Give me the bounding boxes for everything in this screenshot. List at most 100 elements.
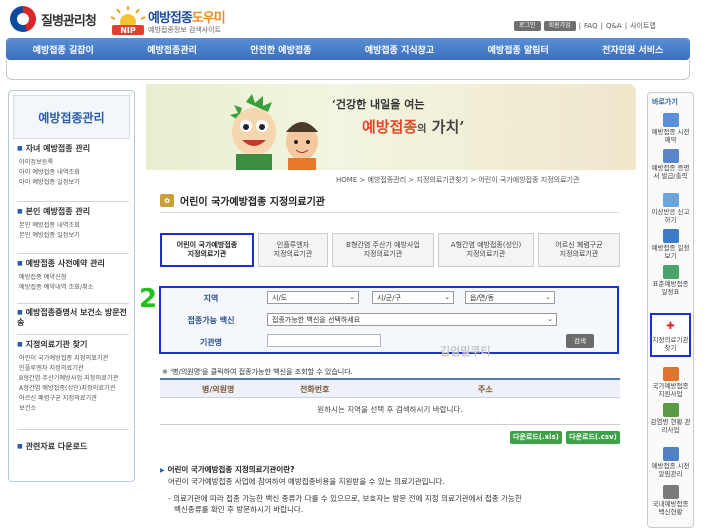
tab-influenza[interactable]: 인플루엔자 지정의료기관	[258, 233, 328, 267]
org-name-input[interactable]	[267, 334, 381, 347]
tab-hepatitis-b[interactable]: B형간염 주산기 예방사업 지정의료기관	[332, 233, 434, 267]
kdca-emblem-icon	[10, 6, 36, 32]
sidebar-item[interactable]: B형간염 주산기예방사업 지정의료기관	[19, 374, 118, 384]
vaccine-icon	[662, 485, 679, 499]
nip-text: NIP	[120, 26, 136, 35]
sidebar-item[interactable]: 본인 예방접종 내역조회	[19, 221, 80, 231]
breadcrumb: HOME > 예방접종관리 > 지정의료기관찾기 > 어린이 국가예방접종 지정…	[336, 176, 580, 184]
document-icon	[662, 149, 679, 163]
download-xls-button[interactable]: 다운로드(.xls)	[510, 431, 562, 444]
title-divider	[160, 212, 620, 213]
login-button[interactable]: 로그인	[514, 21, 541, 31]
tab-child-clinic[interactable]: 어린이 국가예방접종 지정의료기관	[160, 233, 254, 267]
gnb-item-notice[interactable]: 예방접종 알림터	[488, 43, 549, 56]
sidebar-divider	[17, 253, 129, 254]
gnb-item-civil-service[interactable]: 전자민원 서비스	[602, 43, 663, 56]
sido-select[interactable]: 시/도 ⌄	[267, 291, 359, 304]
quick-item-find-clinic[interactable]: ✚ 지정의료기관 찾기	[650, 313, 691, 357]
gnb-item-management[interactable]: 예방접종관리	[147, 43, 197, 56]
tab-pneumococcal[interactable]: 어르신 폐렴구균 지정의료기관	[538, 233, 620, 267]
sidebar: 예방접종관리 자녀 예방접종 관리 아이정보등록 아이 예방접종 내역조회 아이…	[8, 90, 135, 482]
search-button[interactable]: 검색	[566, 334, 594, 348]
sidebar-item[interactable]: A형간염 예방접종(성인)지정의료기관	[19, 384, 115, 394]
sidebar-section-downloads[interactable]: 관련자료 다운로드	[17, 441, 88, 452]
info-answer: 어린이 국가예방접종 사업에 참여하여 예방접종비용을 지원받을 수 있는 의료…	[168, 477, 445, 486]
sidebar-item[interactable]: 어르신 폐렴구균 지정의료기관	[19, 394, 97, 404]
banner-slogan-line2: 예방접종의 가치’	[362, 118, 465, 136]
quick-item-vaccine-status[interactable]: 국내예방접종 백신현황	[650, 485, 691, 516]
divider: |	[578, 22, 582, 30]
chevron-down-icon: ⌄	[444, 293, 450, 301]
gnb-item-knowledge[interactable]: 예방접종 지식창고	[365, 43, 434, 56]
sidebar-item[interactable]: 보건소	[19, 404, 36, 414]
info-bullet: - 의료기관에 따라 접종 가능한 백신 종류가 다를 수 있으므로, 보호자는…	[168, 494, 522, 503]
quick-item-support[interactable]: 국가예방접종 지원사업	[650, 367, 691, 398]
tab-hepatitis-a[interactable]: A형간염 예방접종(성인) 지정의료기관	[438, 233, 534, 267]
table-empty-message: 원하시는 지역을 선택 후 검색하시기 바랍니다.	[317, 405, 463, 414]
banner-characters-illustration	[230, 94, 318, 170]
table-icon	[662, 265, 679, 279]
sidebar-section-child[interactable]: 자녀 예방접종 관리	[17, 143, 90, 154]
org-name: 질병관리청	[41, 13, 97, 29]
quick-item-infection[interactable]: 감염병 현황 관리사업	[650, 403, 691, 434]
bell-icon	[662, 447, 679, 461]
kdca-logo[interactable]: 질병관리청	[10, 6, 122, 32]
search-form: 지역 시/도 ⌄ 시/군/구 ⌄ 읍/면/동 ⌄ 접종가능 백신 접종가능한 백신을 …	[159, 286, 619, 354]
divider: |	[600, 22, 603, 30]
quick-item-reservation[interactable]: 예방접종 시전예약	[650, 113, 691, 144]
quick-item-adverse-report[interactable]: 이상반응 신고하기	[650, 193, 691, 224]
page-title-icon: ✿	[160, 194, 174, 207]
site-subtitle: 예방접종정보 검색사이트	[148, 26, 222, 34]
quick-menu: 바로가기 예방접종 시전예약 예방접종 증명서 발급/출력 이상반응 신고하기 …	[647, 92, 694, 528]
quick-menu-title: 바로가기	[652, 98, 678, 106]
sidebar-divider	[17, 429, 129, 430]
notice-text: ※ '병/의원명'을 클릭하여 접종가능한 백신을 조회할 수 있습니다.	[162, 368, 353, 376]
column-header-phone: 전화번호	[300, 385, 330, 394]
org-name-label: 기관명	[199, 338, 223, 347]
quick-item-alert[interactable]: 예방접종 시전알림관리	[650, 447, 691, 478]
eupmyeondong-select[interactable]: 읍/면/동 ⌄	[465, 291, 555, 304]
quick-item-certificate[interactable]: 예방접종 증명서 발급/출력	[650, 149, 691, 180]
sidebar-item[interactable]: 아이 예방접종 내역조회	[19, 168, 80, 178]
table-bottom-border	[160, 424, 620, 425]
gnb-item-guide[interactable]: 예방접종 길잡이	[33, 43, 94, 56]
sidebar-title: 예방접종관리	[13, 95, 130, 139]
info-question: 어린이 국가예방접종 지정의료기관이란?	[160, 464, 630, 476]
sidebar-item-child-clinic[interactable]: 어린이 국가예방접종 지정의료기관	[19, 354, 108, 364]
quick-item-standard-schedule[interactable]: 표준예방접종 일정표	[650, 265, 691, 296]
sitemap-link[interactable]: 사이트맵	[630, 21, 656, 31]
faq-link[interactable]: FAQ	[584, 22, 598, 30]
region-label: 지역	[203, 294, 219, 303]
main-navigation: 예방접종 길잡이 예방접종관리 안전한 예방접종 예방접종 지식창고 예방접종 …	[6, 38, 690, 60]
sidebar-section-reservation[interactable]: 예방접종 사전예약 관리	[17, 258, 105, 269]
sidebar-item[interactable]: 인플루엔자 지정의료기관	[19, 364, 84, 374]
sidebar-section-self[interactable]: 본인 예방접종 관리	[17, 206, 90, 217]
calendar-icon	[662, 113, 679, 127]
divider: |	[624, 22, 628, 30]
sidebar-item[interactable]: 아이정보등록	[19, 158, 53, 168]
sidebar-item[interactable]: 예방접종 예약신청	[19, 273, 67, 283]
page-title: ✿ 어린이 국가예방접종 지정의료기관	[160, 193, 325, 208]
hero-banner: ‘건강한 내일을 여는 예방접종의 가치’	[146, 84, 636, 170]
annotation-two: 2	[139, 284, 158, 314]
sidebar-section-certificate[interactable]: 예방접종증명서 보건소 방문전송	[17, 308, 129, 328]
results-table: 병/의원명 전화번호 주소 원하시는 지역을 선택 후 검색하시기 바랍니다.	[160, 378, 620, 425]
gnb-item-safety[interactable]: 안전한 예방접종	[250, 43, 311, 56]
vaccine-select[interactable]: 접종가능한 백신을 선택하세요 ⌄	[267, 313, 557, 326]
utility-links: 로그인 회원가입 | FAQ | Q&A | 사이트맵	[514, 21, 656, 31]
report-icon	[662, 193, 679, 207]
sidebar-item[interactable]: 본인 예방접종 일정보기	[19, 231, 80, 241]
qna-link[interactable]: Q&A	[606, 22, 622, 30]
site-logo[interactable]: NIP 예방접종도우미 예방접종정보 검색사이트	[110, 4, 260, 38]
sidebar-divider	[17, 201, 129, 202]
chevron-down-icon: ⌄	[545, 293, 551, 301]
sidebar-section-find-clinic[interactable]: 지정의료기관 찾기	[17, 339, 88, 350]
download-csv-button[interactable]: 다운로드(.csv)	[566, 431, 620, 444]
sigungu-select[interactable]: 시/군/구 ⌄	[372, 291, 454, 304]
info-section: 어린이 국가예방접종 지정의료기관이란? 어린이 국가예방접종 사업에 참여하여…	[160, 464, 630, 515]
quick-item-schedule[interactable]: 예방접종 일정보기	[650, 229, 691, 260]
sidebar-item[interactable]: 예방접종 예약내역 조회/취소	[19, 283, 93, 293]
sidebar-divider	[17, 303, 129, 304]
sidebar-item[interactable]: 아이 예방접종 일정보기	[19, 178, 80, 188]
join-button[interactable]: 회원가입	[543, 21, 576, 31]
